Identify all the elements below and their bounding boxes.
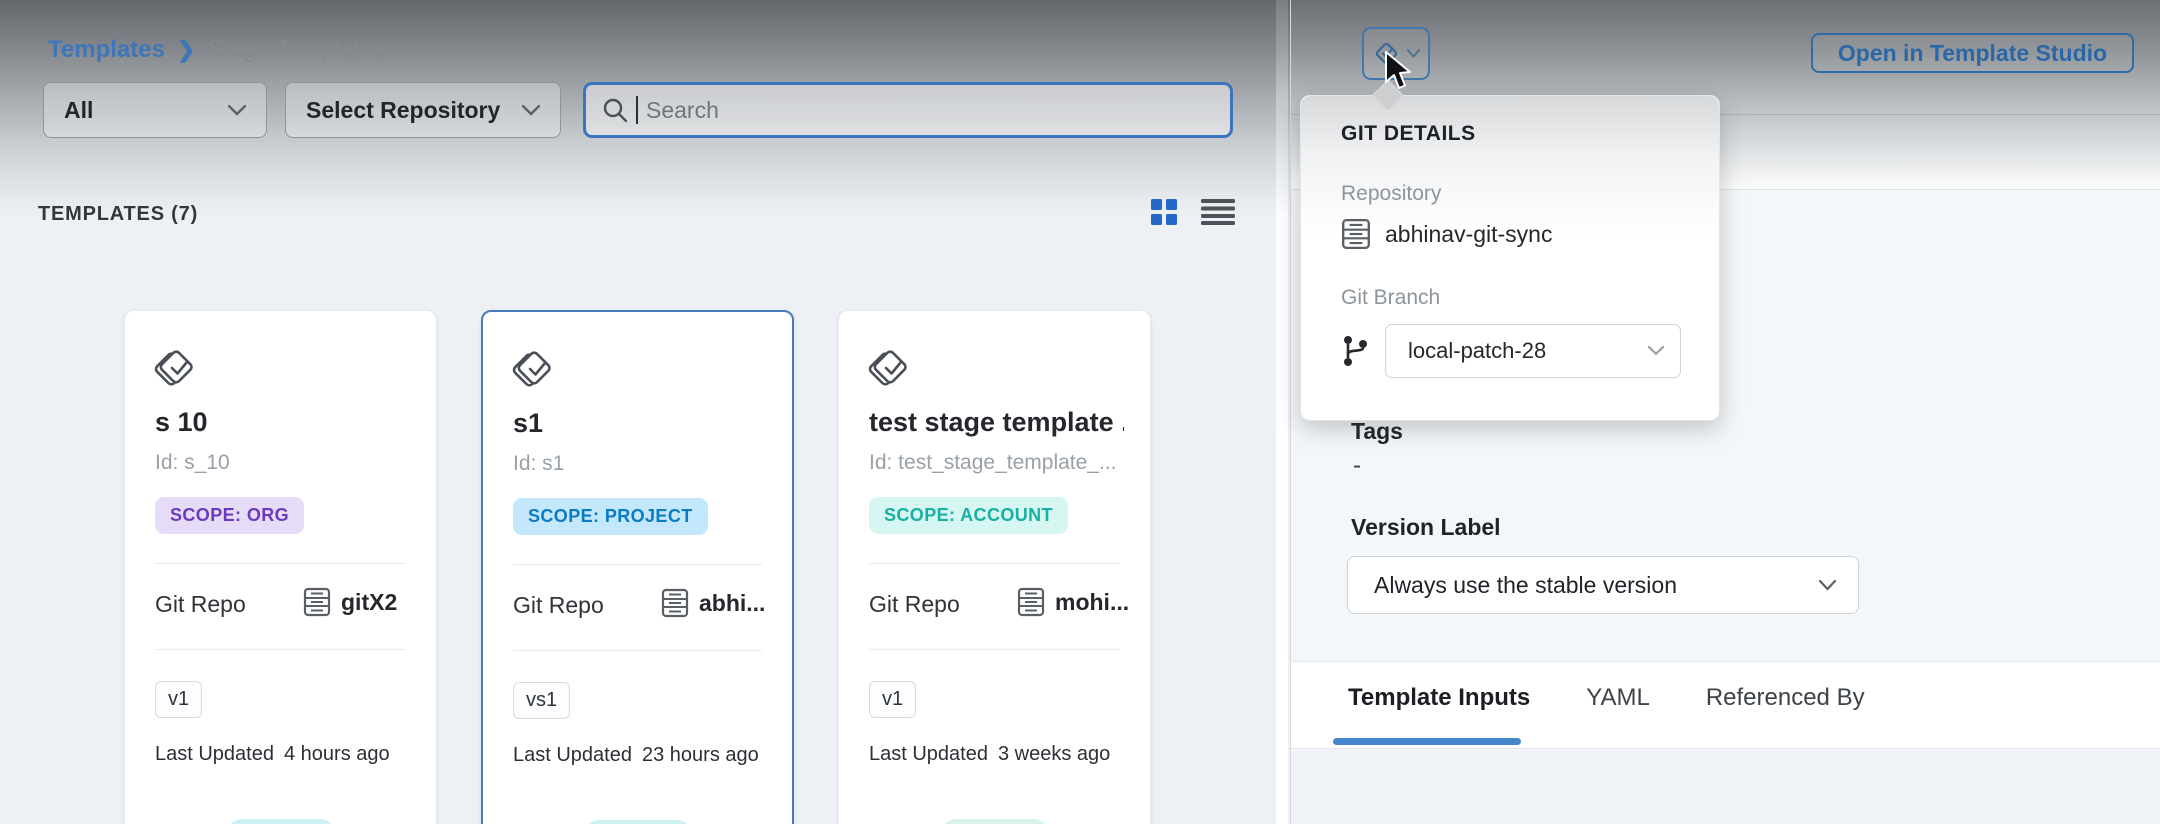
- repository-value-row: abhinav-git-sync: [1341, 218, 1552, 250]
- git-repo-value: gitX2: [341, 589, 397, 616]
- templates-count-label: TEMPLATES (7): [38, 203, 198, 226]
- divider: [869, 649, 1120, 650]
- template-icon: [867, 345, 919, 397]
- chevron-down-icon: [1407, 49, 1420, 58]
- template-icon: [511, 346, 563, 398]
- scope-badge: SCOPE: ACCOUNT: [869, 497, 1068, 534]
- repository-icon: [1341, 218, 1371, 250]
- list-view-icon[interactable]: [1201, 199, 1235, 225]
- divider: [155, 563, 406, 564]
- version-chip: v1: [869, 681, 916, 718]
- grid-view-icon[interactable]: [1149, 197, 1179, 227]
- divider: [513, 650, 762, 651]
- breadcrumb-current: Stage Templates: [207, 36, 385, 64]
- tags-label: Tags: [1351, 418, 1403, 445]
- active-tab-indicator: [1333, 738, 1521, 745]
- template-card-s10[interactable]: s 10 Id: s_10 SCOPE: ORG Git Repo: [124, 310, 437, 824]
- stable-badge: [227, 819, 335, 824]
- git-repo-value: abhi...: [699, 590, 765, 617]
- git-repo-label: Git Repo: [513, 592, 604, 619]
- template-icon: [1372, 39, 1402, 69]
- templates-list-panel: Templates ❯ Stage Templates All Select R…: [0, 0, 1290, 824]
- stage-templates-screen: Templates ❯ Stage Templates All Select R…: [0, 0, 2160, 824]
- template-id: Id: test_stage_template_...: [869, 451, 1117, 475]
- template-title: s1: [513, 408, 543, 439]
- last-updated-value: 3 weeks ago: [998, 743, 1110, 766]
- repository-label: Repository: [1341, 182, 1441, 206]
- git-repo-label: Git Repo: [155, 591, 246, 618]
- template-icon: [153, 345, 205, 397]
- tags-value: -: [1353, 452, 1361, 480]
- scope-badge: SCOPE: PROJECT: [513, 498, 708, 535]
- git-details-toggle-button[interactable]: [1362, 27, 1430, 80]
- last-updated-value: 4 hours ago: [284, 743, 390, 766]
- search-icon: [602, 97, 628, 123]
- version-chip: v1: [155, 681, 202, 718]
- git-repo-row: Git Repo abhi...: [513, 588, 762, 624]
- repository-icon: [303, 587, 331, 617]
- repository-value: abhinav-git-sync: [1385, 221, 1552, 248]
- repository-filter-dropdown[interactable]: Select Repository: [285, 82, 561, 138]
- last-updated: Last Updated 3 weeks ago: [869, 743, 1110, 766]
- template-card-s1[interactable]: s1 Id: s1 SCOPE: PROJECT Git Repo: [481, 310, 794, 824]
- tab-template-inputs[interactable]: Template Inputs: [1348, 684, 1530, 712]
- repository-icon: [661, 588, 689, 618]
- tab-yaml[interactable]: YAML: [1586, 684, 1650, 712]
- open-in-template-studio-button[interactable]: Open in Template Studio: [1811, 33, 2134, 73]
- chevron-down-icon: [1648, 346, 1664, 356]
- template-id: Id: s_10: [155, 451, 230, 475]
- search-input[interactable]: Search: [583, 82, 1233, 138]
- repository-filter-value: Select Repository: [306, 97, 500, 124]
- text-cursor: [636, 96, 638, 124]
- last-updated-label: Last Updated: [869, 743, 988, 766]
- breadcrumb: Templates ❯ Stage Templates: [48, 36, 386, 64]
- divider: [513, 564, 762, 565]
- last-updated-label: Last Updated: [513, 744, 632, 767]
- last-updated-value: 23 hours ago: [642, 744, 759, 767]
- open-studio-label: Open in Template Studio: [1838, 40, 2107, 67]
- version-label-heading: Version Label: [1351, 514, 1501, 541]
- chevron-down-icon: [522, 105, 540, 116]
- stable-badge: [584, 820, 692, 824]
- branch-dropdown[interactable]: local-patch-28: [1385, 324, 1681, 378]
- template-card-test-stage[interactable]: test stage template ... Id: test_stage_t…: [838, 310, 1151, 824]
- version-label-dropdown[interactable]: Always use the stable version: [1347, 556, 1859, 614]
- breadcrumb-separator-icon: ❯: [177, 37, 195, 63]
- git-branch-icon: [1341, 334, 1369, 368]
- scrollbar-track[interactable]: [1276, 0, 1288, 824]
- breadcrumb-templates-link[interactable]: Templates: [48, 36, 165, 64]
- last-updated: Last Updated 23 hours ago: [513, 744, 759, 767]
- template-title: s 10: [155, 407, 208, 438]
- divider: [155, 649, 406, 650]
- template-title: test stage template ...: [869, 407, 1124, 438]
- last-updated: Last Updated 4 hours ago: [155, 743, 390, 766]
- stable-badge: [941, 819, 1049, 824]
- search-placeholder: Search: [646, 97, 719, 124]
- chevron-down-icon: [1819, 580, 1836, 591]
- view-toggles: [1149, 197, 1235, 227]
- repository-icon: [1017, 587, 1045, 617]
- git-repo-value: mohi...: [1055, 589, 1129, 616]
- git-branch-label: Git Branch: [1341, 286, 1440, 310]
- git-repo-row: Git Repo gitX2: [155, 587, 406, 623]
- template-id: Id: s1: [513, 452, 564, 476]
- details-tab-bar: Template Inputs YAML Referenced By: [1291, 661, 2160, 749]
- git-details-popup: GIT DETAILS Repository abhinav-git-sync …: [1300, 95, 1720, 421]
- tab-content-area: [1291, 750, 2160, 824]
- branch-row: local-patch-28: [1341, 324, 1681, 378]
- template-cards-grid: s 10 Id: s_10 SCOPE: ORG Git Repo: [124, 310, 1151, 824]
- type-filter-dropdown[interactable]: All: [43, 82, 267, 138]
- git-repo-label: Git Repo: [869, 591, 960, 618]
- tab-referenced-by[interactable]: Referenced By: [1706, 684, 1865, 712]
- git-repo-row: Git Repo mohi...: [869, 587, 1120, 623]
- git-details-title: GIT DETAILS: [1341, 122, 1476, 146]
- type-filter-value: All: [64, 97, 93, 124]
- version-chip: vs1: [513, 682, 570, 719]
- branch-value: local-patch-28: [1408, 338, 1546, 364]
- version-label-value: Always use the stable version: [1374, 572, 1677, 599]
- chevron-down-icon: [228, 105, 246, 116]
- last-updated-label: Last Updated: [155, 743, 274, 766]
- scope-badge: SCOPE: ORG: [155, 497, 304, 534]
- divider: [869, 563, 1120, 564]
